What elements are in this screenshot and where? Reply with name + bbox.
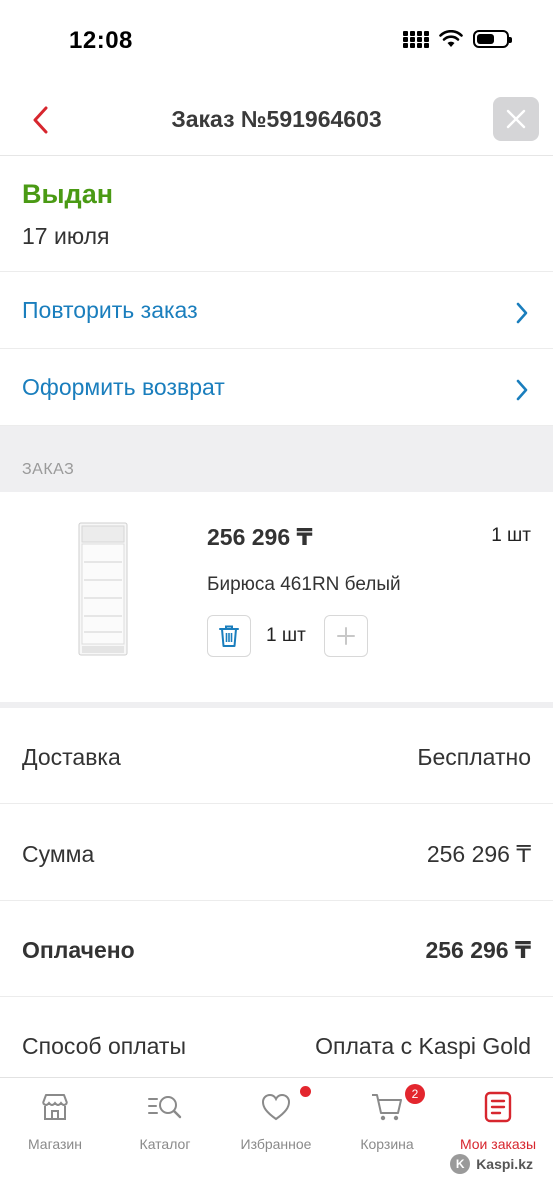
cart-badge: 2	[405, 1084, 425, 1104]
tab-shop[interactable]: Магазин	[0, 1090, 110, 1152]
tab-catalog[interactable]: Каталог	[110, 1090, 220, 1152]
order-status: Выдан 17 июля	[0, 157, 553, 272]
tab-catalog-label: Каталог	[139, 1136, 191, 1152]
repeat-order-label: Повторить заказ	[22, 297, 198, 323]
tab-cart[interactable]: 2 Корзина	[332, 1084, 442, 1152]
shop-icon	[42, 1094, 68, 1120]
kaspi-watermark: K Kaspi.kz	[450, 1154, 533, 1174]
status-bar: 12:08	[0, 0, 553, 80]
sum-label: Сумма	[22, 841, 95, 867]
trash-icon	[219, 625, 239, 647]
status-date: 17 июля	[22, 223, 110, 249]
paid-label: Оплачено	[22, 937, 135, 963]
kaspi-logo-icon: K	[450, 1154, 471, 1174]
sum-value: 256 296 ₸	[426, 841, 531, 867]
product-quantity: 1 шт	[491, 525, 531, 546]
section-caption: ЗАКАЗ	[22, 461, 75, 478]
return-order-label: Оформить возврат	[22, 374, 225, 400]
tab-favorites-label: Избранное	[240, 1136, 312, 1152]
payment-method-label: Способ оплаты	[22, 1033, 186, 1059]
tab-favorites[interactable]: Избранное	[221, 1086, 331, 1152]
paid-value: 256 296 ₸	[425, 937, 531, 963]
watermark-text: Kaspi.kz	[476, 1156, 533, 1172]
close-icon	[506, 109, 526, 129]
favorites-dot	[300, 1086, 311, 1097]
payment-method-value: Оплата с Kaspi Gold	[315, 1033, 531, 1059]
quantity-value: 1 шт	[266, 625, 306, 646]
catalog-search-icon	[148, 1096, 182, 1119]
clock: 12:08	[69, 27, 133, 54]
wifi-icon	[439, 30, 463, 47]
section-header: ЗАКАЗ	[0, 426, 553, 492]
signal-icon	[403, 30, 429, 48]
order-item: 256 296 ₸ 1 шт Бирюса 461RN белый 1 шт	[0, 492, 553, 702]
repeat-order-row[interactable]: Повторить заказ	[0, 273, 553, 349]
delivery-label: Доставка	[22, 744, 121, 770]
tab-bar: Магазин Каталог Избранное 2 Корзина Мои …	[0, 1077, 553, 1200]
orders-icon	[484, 1091, 512, 1123]
product-name[interactable]: Бирюса 461RN белый	[207, 574, 401, 596]
tab-my-orders[interactable]: Мои заказы	[443, 1090, 553, 1152]
delete-button[interactable]	[207, 615, 251, 657]
delivery-row: Доставка Бесплатно	[0, 708, 553, 804]
product-image[interactable]	[78, 522, 128, 656]
increase-button[interactable]	[324, 615, 368, 657]
tab-cart-label: Корзина	[360, 1136, 414, 1152]
battery-icon	[473, 30, 512, 48]
tab-shop-label: Магазин	[27, 1136, 82, 1152]
tab-my-orders-label: Мои заказы	[459, 1136, 537, 1152]
chevron-right-icon	[516, 379, 528, 401]
delivery-value: Бесплатно	[417, 744, 531, 770]
nav-header: Заказ №591964603	[0, 80, 553, 156]
cart-icon	[372, 1094, 402, 1121]
page-title: Заказ №591964603	[171, 106, 382, 132]
status-label: Выдан	[22, 179, 114, 209]
close-button[interactable]	[493, 97, 539, 141]
heart-icon	[261, 1093, 291, 1121]
return-order-row[interactable]: Оформить возврат	[0, 350, 553, 426]
status-icons	[403, 30, 512, 48]
product-price: 256 296 ₸	[207, 524, 313, 550]
paid-row: Оплачено 256 296 ₸	[0, 901, 553, 997]
sum-row: Сумма 256 296 ₸	[0, 805, 553, 901]
plus-icon	[337, 627, 355, 645]
chevron-right-icon	[516, 302, 528, 324]
